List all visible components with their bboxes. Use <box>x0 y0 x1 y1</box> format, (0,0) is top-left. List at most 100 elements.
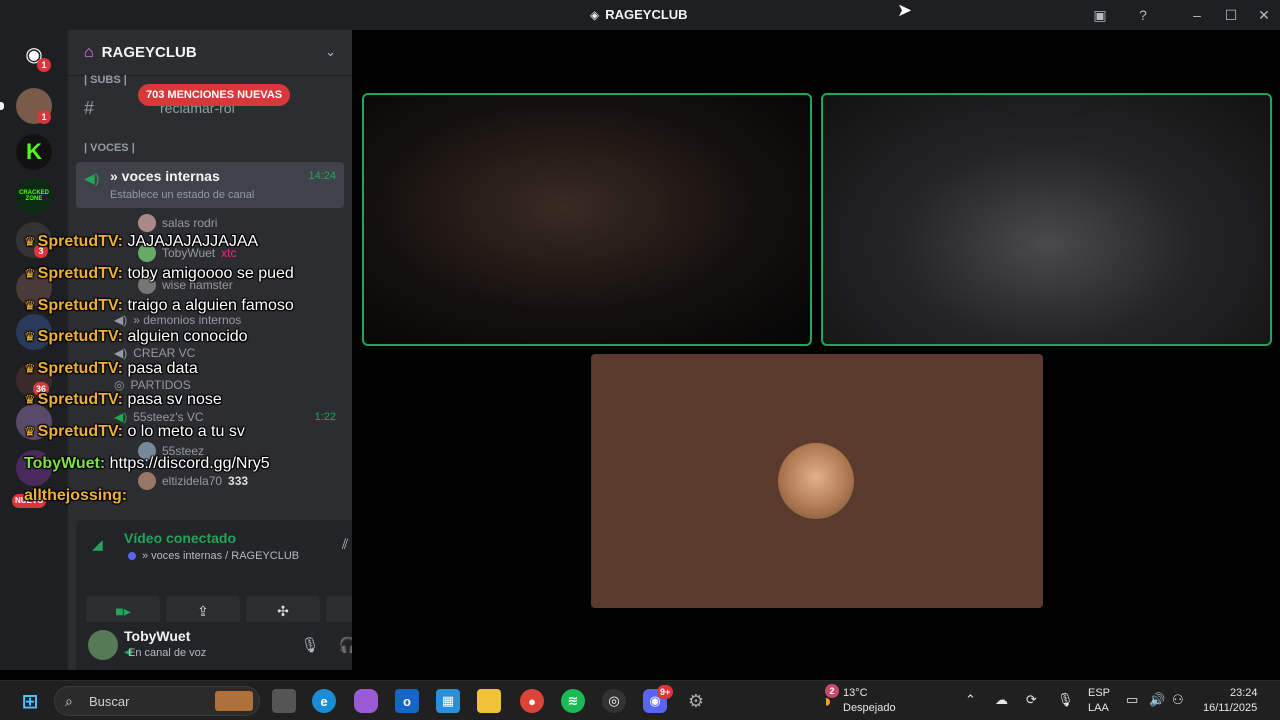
outlook-icon[interactable]: o <box>395 689 419 713</box>
channel-status[interactable]: Establece un estado de canal <box>110 189 254 201</box>
chat-message: ♛ SpretudTV: o lo meto a tu sv <box>24 423 245 441</box>
video-tile[interactable] <box>362 93 812 346</box>
folder-icon[interactable] <box>477 689 501 713</box>
gear-icon[interactable]: ⚙ <box>684 689 708 713</box>
chevron-up-icon[interactable]: ⌃ <box>965 693 976 707</box>
channel-timer: 1:22 <box>314 411 336 423</box>
chat-message: ♛ SpretudTV: pasa data <box>24 360 198 378</box>
avatar <box>138 472 156 490</box>
user-name[interactable]: TobyWuet <box>124 628 190 644</box>
mic-icon[interactable]: 🎙 <box>1057 693 1074 707</box>
chat-user: SpretudTV: <box>37 360 123 377</box>
chevron-down-icon[interactable]: ⌄ <box>325 44 336 60</box>
speaker-icon: ◀) <box>114 410 128 424</box>
search-highlight-icon <box>215 691 253 711</box>
close-button[interactable]: ✕ <box>1253 5 1275 25</box>
noise-suppression-icon[interactable]: ⫽ <box>342 536 348 553</box>
chat-user: SpretudTV: <box>37 423 123 440</box>
taskbar: ⊞ ⌕ Buscar e o ▦ ● ≋ ◎ ◉ 9+ ⚙ ◑ 2 13°C D… <box>0 680 1280 720</box>
video-tile[interactable] <box>821 93 1272 346</box>
home-badge: 1 <box>37 58 51 72</box>
stage-icon: ◎ <box>114 378 125 392</box>
category-label: | VOCES | <box>84 142 135 154</box>
inbox-icon[interactable]: ▣ <box>1089 5 1111 25</box>
voice-channel[interactable]: ◀) 55steez's VC <box>114 410 204 424</box>
minimize-button[interactable]: – <box>1186 5 1208 25</box>
video-stage <box>352 30 1280 670</box>
weather-desc[interactable]: Despejado <box>843 701 896 715</box>
chat-message: allthejossing: <box>24 487 127 505</box>
chat-message: ♛ SpretudTV: traigo a alguien famoso <box>24 297 294 315</box>
cursor-icon: ➤ <box>897 0 913 20</box>
mic-icon[interactable]: 🎙 <box>298 634 322 658</box>
avatar[interactable] <box>88 630 118 660</box>
crown-icon: ♛ <box>24 392 36 407</box>
weather-temp[interactable]: 13°C <box>843 686 868 700</box>
chat-message: ♛ SpretudTV: JAJAJAJAJJAJAA <box>24 233 258 251</box>
voice-channel[interactable]: ◀) CREAR VC <box>114 346 195 360</box>
member-name: eltizidela70 <box>162 474 223 488</box>
edge-icon[interactable]: e <box>312 689 336 713</box>
server-icon-cracked[interactable]: CRACKED ZONE <box>16 178 52 214</box>
voice-member[interactable]: salas rodri <box>138 214 217 232</box>
discord-badge: 9+ <box>657 685 674 699</box>
chat-user: SpretudTV: <box>37 233 123 250</box>
discord-app: ◈ RAGEYCLUB ▣ ? – ☐ ✕ ◉ 1 1 K CRACKED ZO… <box>0 0 1280 720</box>
user-panel: TobyWuet ◀ En canal de voz 🎙 🎧 ⚙ <box>76 622 352 670</box>
chat-user: allthejossing: <box>24 487 128 504</box>
chrome-icon[interactable]: ● <box>520 689 544 713</box>
store-icon[interactable]: ▦ <box>436 689 460 713</box>
server-badge: 1 <box>37 110 51 124</box>
lang-bottom[interactable]: LAA <box>1088 701 1109 715</box>
clock-date[interactable]: 16/11/2025 <box>1203 701 1257 715</box>
maximize-button[interactable]: ☐ <box>1220 5 1242 25</box>
title-bar: ◈ RAGEYCLUB ▣ ? – ☐ ✕ <box>0 0 1280 30</box>
lang-top[interactable]: ESP <box>1088 686 1110 700</box>
member-name: salas rodri <box>162 216 218 230</box>
battery-icon[interactable]: ⚇ <box>1172 693 1184 707</box>
category-subs[interactable]: | SUBS | <box>84 74 127 86</box>
mentions-pill[interactable]: 703 MENCIONES NUEVAS <box>138 84 291 106</box>
channel-name: PARTIDOS <box>130 378 191 392</box>
voice-channel-active[interactable]: ◀) » voces internas 14:24 Establece un e… <box>76 162 344 208</box>
crown-icon: ♛ <box>24 298 36 313</box>
network-icon[interactable]: ▭ <box>1126 693 1138 707</box>
chat-user: SpretudTV: <box>37 297 123 314</box>
copilot-icon[interactable] <box>354 689 378 713</box>
taskview-icon[interactable] <box>272 689 296 713</box>
windows-icon[interactable]: ⊞ <box>18 689 42 713</box>
chat-message: TobyWuet: https://discord.gg/Nry5 <box>24 455 270 473</box>
crown-icon: ♛ <box>24 329 36 344</box>
activities-icon: ✣ <box>277 602 289 619</box>
crown-icon: ♛ <box>24 234 36 249</box>
sync-icon[interactable]: ⟳ <box>1026 693 1037 707</box>
spotify-icon[interactable]: ≋ <box>561 689 585 713</box>
user-status: En canal de voz <box>128 647 207 659</box>
camera-icon: ■▸ <box>115 602 131 619</box>
voice-member[interactable]: eltizidela70 333 <box>138 472 248 490</box>
cloud-icon[interactable]: ☁ <box>995 693 1008 707</box>
chat-text: traigo a alguien famoso <box>127 297 294 314</box>
volume-icon[interactable]: 🔊 <box>1149 693 1165 707</box>
help-icon[interactable]: ? <box>1132 5 1154 25</box>
video-tile[interactable] <box>591 354 1043 608</box>
search-input[interactable]: ⌕ Buscar <box>54 686 260 716</box>
speaker-icon: ◀) <box>84 170 100 186</box>
category-voces[interactable]: | VOCES | <box>84 142 135 154</box>
voice-channel[interactable]: ◀) » demonios internos <box>114 313 241 327</box>
server-icon-kick[interactable]: K <box>16 134 52 170</box>
guild-header[interactable]: ⌂ RAGEYCLUB ⌄ <box>68 30 352 76</box>
signal-icon[interactable]: ◢ <box>92 536 103 553</box>
headphones-icon[interactable]: 🎧 <box>336 634 352 658</box>
channel-name: CREAR VC <box>133 346 196 360</box>
obs-icon[interactable]: ◎ <box>602 689 626 713</box>
voice-channel[interactable]: ◎ PARTIDOS <box>114 378 191 392</box>
member-count: 333 <box>228 474 249 488</box>
chat-text: o lo meto a tu sv <box>127 423 245 440</box>
voice-connected-label[interactable]: Vídeo conectado <box>124 530 236 546</box>
clock-time[interactable]: 23:24 <box>1230 686 1258 700</box>
avatar <box>138 214 156 232</box>
channel-dot-icon <box>128 552 136 560</box>
voice-location[interactable]: » voces internas / RAGEYCLUB <box>142 550 299 562</box>
speaker-icon: ◀) <box>114 313 128 327</box>
